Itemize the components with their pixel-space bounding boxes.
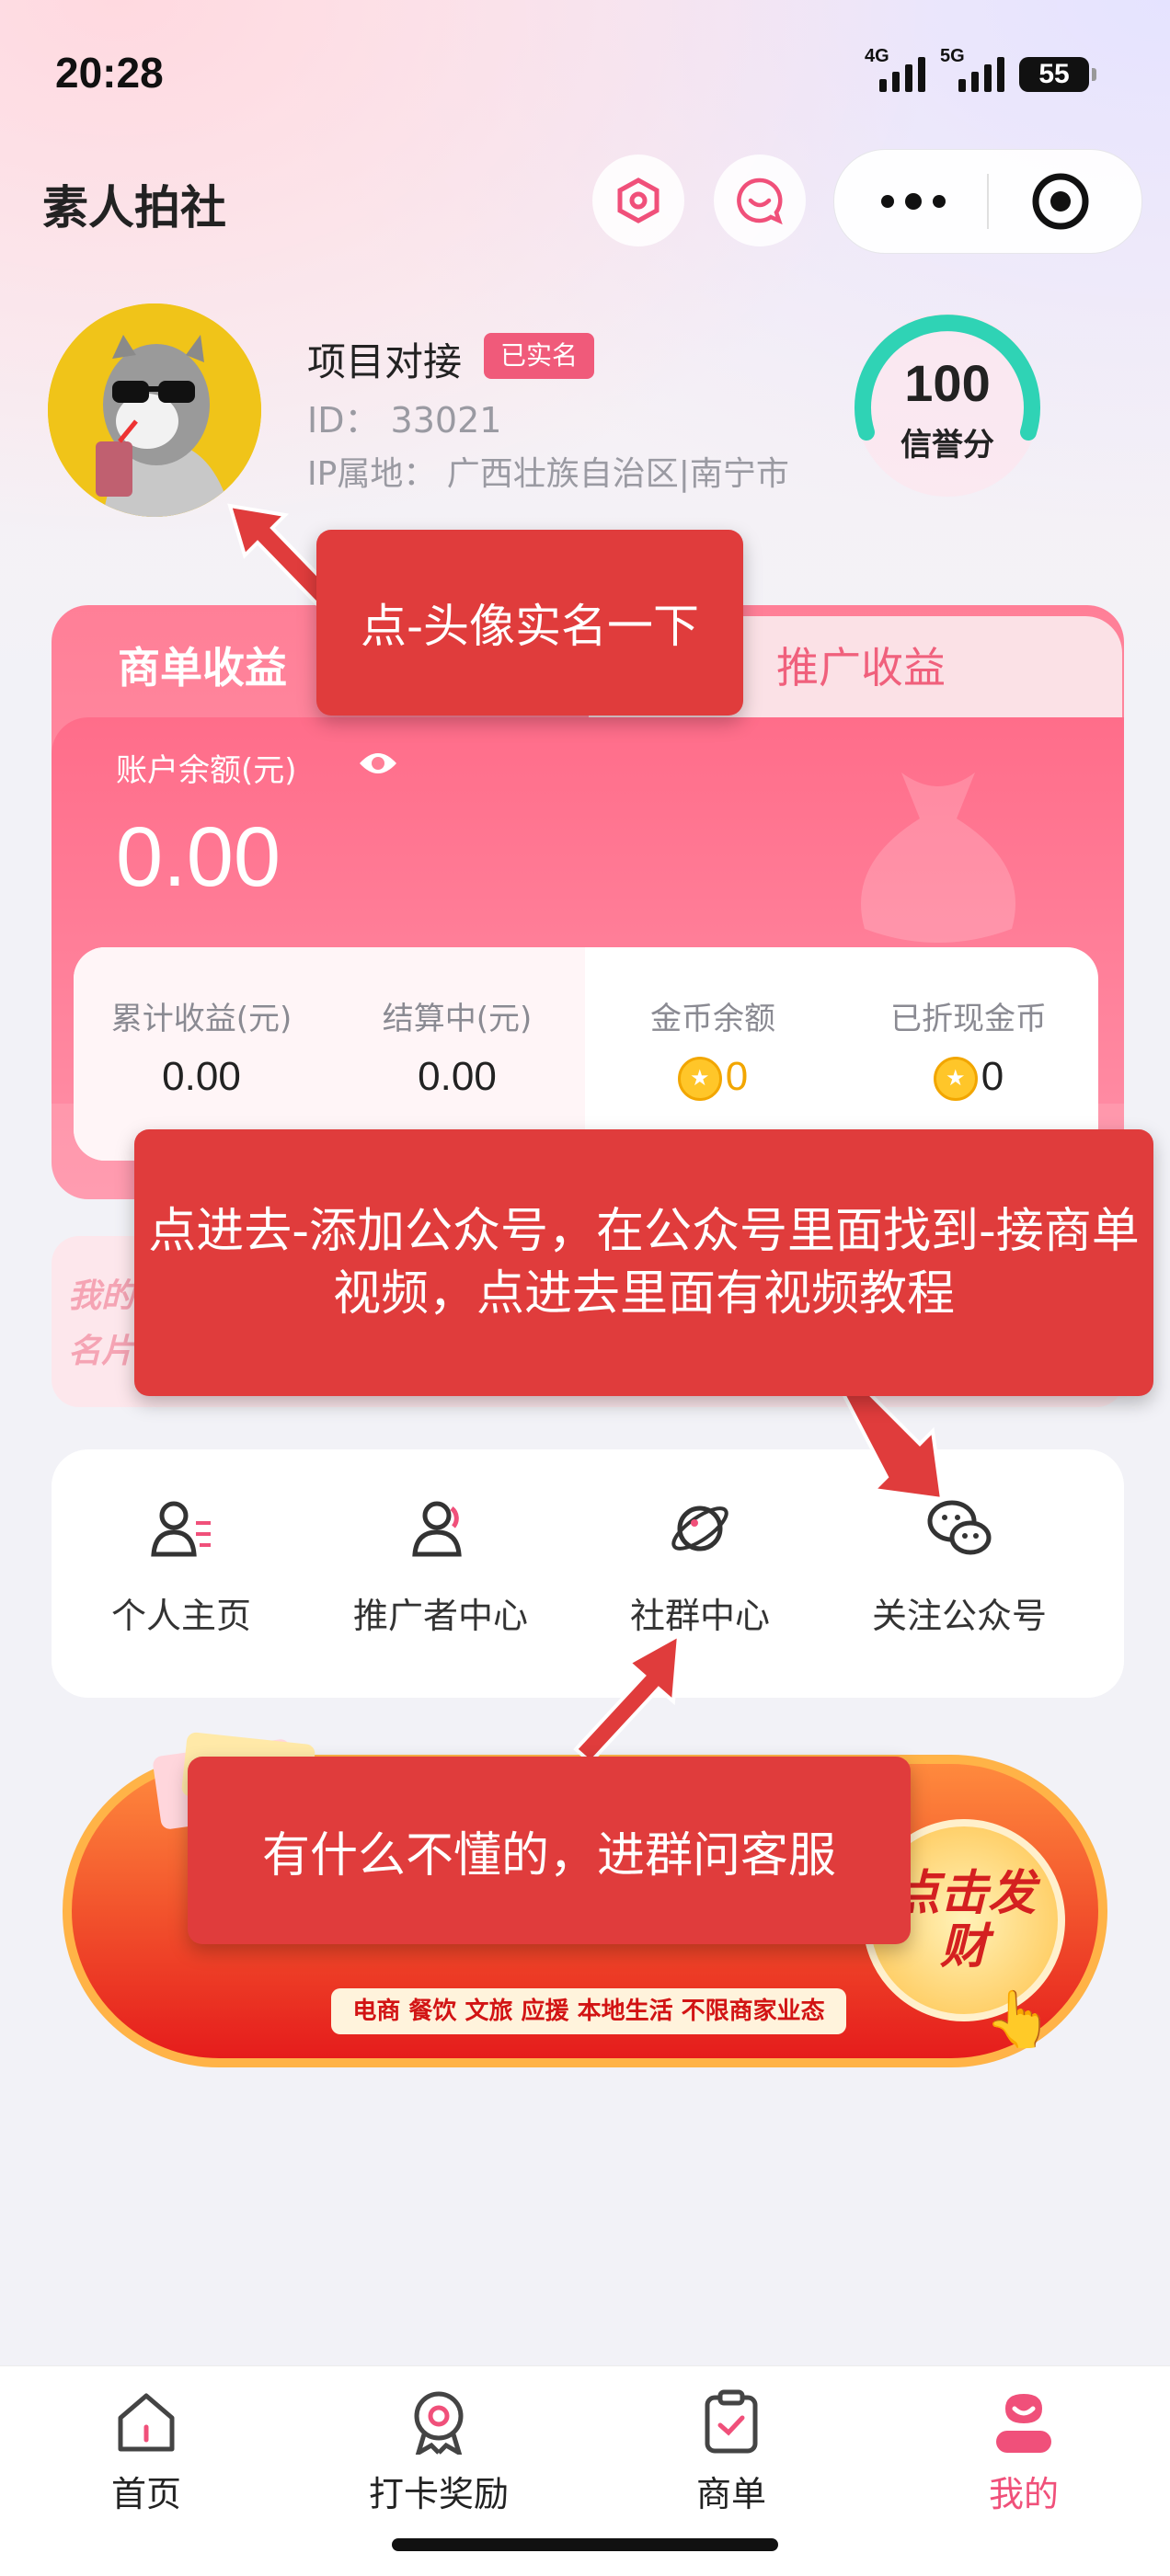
message-button[interactable] <box>714 155 806 246</box>
stat-total-earnings-label: 累计收益(元) <box>110 1001 292 1037</box>
tab-promotion-earnings[interactable]: 推广收益 <box>776 635 946 695</box>
capsule-divider <box>987 174 989 229</box>
stat-settling-label: 结算中(元) <box>382 1001 533 1037</box>
tab-label: 商单 <box>695 2474 766 2514</box>
tab-order-earnings[interactable]: 商单收益 <box>118 635 287 695</box>
stat-total-earnings-value: 0.00 <box>162 1054 241 1099</box>
battery-indicator: 55 <box>1019 57 1096 92</box>
stat-coin-balance-value: 0 <box>725 1054 749 1099</box>
planet-icon <box>671 1506 728 1551</box>
pointing-hand-icon: 👆 <box>984 1987 1053 2052</box>
panther-avatar-icon <box>48 303 261 517</box>
credit-score-label: 信誉分 <box>900 427 994 464</box>
stat-cashed-coins-value: 0 <box>981 1054 1004 1099</box>
user-name: 项目对接 <box>307 339 463 384</box>
credit-score-value: 100 <box>904 354 991 412</box>
tab-mine[interactable]: 我的 <box>878 2388 1170 2526</box>
tab-label: 首页 <box>110 2474 181 2514</box>
mini-program-capsule <box>833 149 1142 254</box>
promoter-user-icon <box>412 1501 462 1557</box>
user-id: ID： 33021 <box>307 400 502 441</box>
tab-orders[interactable]: 商单 <box>585 2388 878 2526</box>
stat-cashed-coins-label: 已折现金币 <box>890 1001 1047 1037</box>
tab-checkin-rewards[interactable]: 打卡奖励 <box>292 2388 585 2526</box>
signal-5g-label: 5G <box>940 46 965 66</box>
menu-personal-homepage[interactable]: 个人主页 <box>52 1449 311 1698</box>
tab-home[interactable]: 首页 <box>0 2388 292 2526</box>
business-card-label: 我的 名片 <box>68 1269 134 1380</box>
annotation-avatar-verify: 点-头像实名一下 <box>316 530 743 716</box>
more-options-button[interactable] <box>877 183 950 220</box>
signal-4g-label: 4G <box>865 46 889 66</box>
mine-profile-icon <box>996 2394 1051 2453</box>
toggle-visibility-button[interactable] <box>357 747 399 784</box>
coin-icon <box>933 1057 978 1102</box>
page-title: 素人拍社 <box>42 181 226 235</box>
medal-icon <box>414 2391 464 2455</box>
stat-coin-balance: 0 <box>585 1054 841 1102</box>
verified-badge: 已实名 <box>484 333 595 379</box>
annotation-community-help: 有什么不懂的，进群问客服 <box>188 1757 911 1944</box>
clipboard-check-icon <box>705 2389 758 2454</box>
menu-item-label: 关注公众号 <box>871 1596 1047 1636</box>
business-card-line1: 我的 <box>68 1277 135 1315</box>
avatar[interactable] <box>48 303 261 517</box>
tab-label: 打卡奖励 <box>368 2474 509 2514</box>
stat-settling-value: 0.00 <box>418 1054 497 1099</box>
close-mini-program-button[interactable] <box>1031 172 1090 231</box>
business-card-line2: 名片 <box>68 1333 135 1370</box>
cellular-4g-icon: 4G <box>865 46 925 92</box>
hexagon-settings-icon <box>617 177 660 223</box>
more-dots-icon <box>881 193 946 210</box>
home-icon <box>118 2393 175 2452</box>
cellular-5g-icon: 5G <box>940 46 1004 92</box>
target-close-icon <box>1032 173 1089 230</box>
arrow-to-community-icon <box>573 1631 682 1765</box>
home-indicator <box>392 2538 778 2551</box>
menu-item-label: 推广者中心 <box>352 1596 528 1636</box>
menu-promoter-center[interactable]: 推广者中心 <box>311 1449 570 1698</box>
promo-tags: 电商 餐饮 文旅 应援 本地生活 不限商家业态 <box>331 1988 846 2034</box>
coin-icon <box>677 1057 722 1102</box>
menu-item-label: 个人主页 <box>110 1596 251 1636</box>
balance-value: 0.00 <box>116 810 281 904</box>
arrow-to-official-account-icon <box>838 1380 945 1502</box>
user-profile-icon <box>151 1501 211 1557</box>
money-bag-watermark-icon <box>828 736 1049 960</box>
annotation-official-account: 点进去-添加公众号，在公众号里面找到-接商单视频，点进去里面有视频教程 <box>134 1129 1153 1396</box>
chat-bubble-icon <box>737 177 783 225</box>
settings-button[interactable] <box>592 155 684 246</box>
ip-location: IP属地： 广西壮族自治区|南宁市 <box>307 455 789 493</box>
balance-label: 账户余额(元) <box>116 752 297 789</box>
eye-icon <box>360 753 396 773</box>
tab-label: 我的 <box>988 2474 1059 2514</box>
stat-cashed-coins: 0 <box>841 1054 1096 1102</box>
status-time: 20:28 <box>55 49 164 97</box>
stat-coin-balance-label: 金币余额 <box>650 1001 775 1037</box>
